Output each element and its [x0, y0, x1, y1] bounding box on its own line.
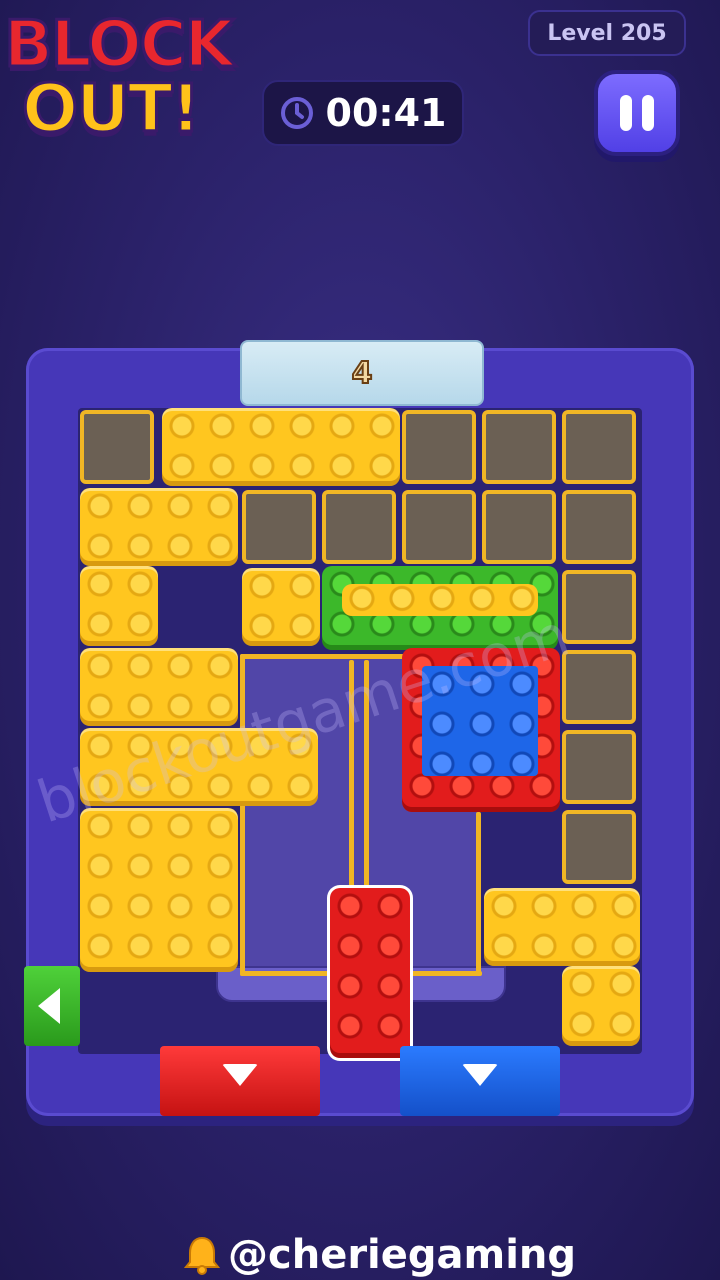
level-indicator: Level 205 — [528, 10, 686, 56]
timer-value: 00:41 — [325, 91, 447, 135]
empty-cell — [562, 570, 636, 644]
empty-cell — [562, 730, 636, 804]
pause-button[interactable] — [594, 70, 680, 156]
logo-line-2: OUT! — [21, 69, 203, 149]
bell-icon — [184, 1236, 220, 1275]
empty-cell — [482, 490, 556, 564]
yellow-block[interactable] — [162, 408, 400, 486]
empty-cell — [482, 410, 556, 484]
moves-counter: 4 — [240, 340, 484, 406]
moves-counter-value: 4 — [351, 355, 374, 392]
left-arrow-icon — [38, 988, 60, 1024]
yellow-insert — [342, 584, 538, 616]
yellow-block[interactable] — [562, 966, 640, 1046]
empty-cell — [562, 410, 636, 484]
yellow-block[interactable] — [242, 568, 320, 646]
red-block-selected[interactable] — [330, 888, 410, 1058]
down-arrow-icon — [222, 1064, 258, 1086]
creator-handle: @cheriegaming — [184, 1232, 576, 1278]
yellow-block[interactable] — [80, 488, 238, 566]
empty-cell — [402, 410, 476, 484]
floor-gap — [160, 576, 240, 646]
handle-text: @cheriegaming — [228, 1232, 577, 1278]
empty-cell — [322, 490, 396, 564]
green-exit-gate — [24, 966, 80, 1046]
blue-exit-gate — [400, 1046, 560, 1116]
red-exit-gate — [160, 1046, 320, 1116]
rail — [410, 971, 482, 976]
empty-cell — [562, 490, 636, 564]
yellow-block[interactable] — [484, 888, 640, 966]
yellow-block[interactable] — [80, 808, 238, 972]
empty-cell — [402, 490, 476, 564]
clock-icon — [280, 97, 313, 129]
yellow-block[interactable] — [80, 566, 158, 646]
empty-cell — [242, 490, 316, 564]
rail — [476, 812, 481, 976]
pause-icon — [615, 95, 659, 131]
rail — [240, 971, 330, 976]
empty-cell — [562, 810, 636, 884]
empty-cell — [80, 410, 154, 484]
down-arrow-icon — [462, 1064, 498, 1086]
timer: 00:41 — [262, 80, 464, 146]
game-logo: BLOCK OUT! — [2, 4, 264, 154]
